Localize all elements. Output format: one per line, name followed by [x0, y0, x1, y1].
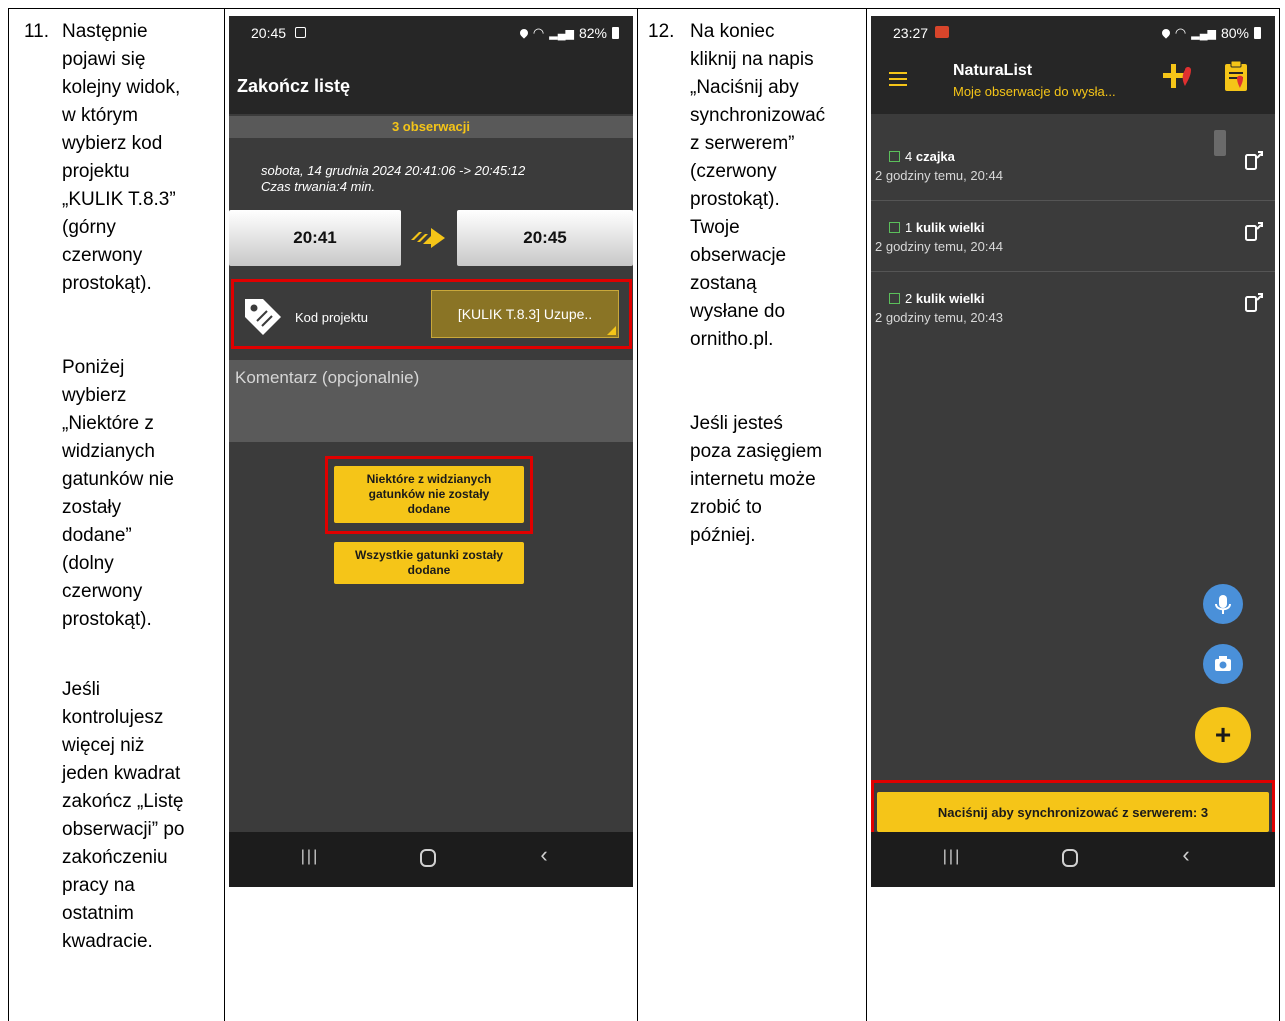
item-species: kulik wielki: [915, 291, 985, 306]
back-icon[interactable]: ‹: [1171, 842, 1201, 868]
status-bar: 23:27 ◠ ▂▄▆ 80%: [871, 16, 1275, 50]
step12-paragraph-1: Na koniec kliknij na napis „Naciśnij aby…: [690, 21, 826, 350]
android-nav-bar: ||| ‹: [871, 832, 1275, 887]
checkbox-icon: [889, 151, 900, 162]
observation-count-bar: 3 obserwacji: [229, 116, 633, 138]
recent-apps-icon[interactable]: |||: [937, 848, 967, 866]
menu-icon[interactable]: [889, 72, 907, 86]
phone-upload-icon: [1245, 221, 1263, 246]
step11-paragraph-3: Jeśli kontrolujesz więcej niż jeden kwad…: [62, 679, 185, 952]
clipboard-list-icon[interactable]: [1223, 60, 1249, 92]
list-item-title: 4 czajka: [889, 149, 955, 164]
start-time-button[interactable]: 20:41: [229, 210, 401, 266]
battery-icon: [1254, 27, 1261, 39]
phone-screen-sync: 23:27 ◠ ▂▄▆ 80% NaturaList Moje obserwac…: [871, 16, 1275, 887]
step12-paragraph-2: Jeśli jesteś poza zasięgiem internetu mo…: [690, 413, 823, 546]
status-time: 20:45: [251, 25, 287, 41]
start-time-label: 20:41: [293, 228, 337, 247]
microphone-icon: [1215, 595, 1231, 614]
app-title: NaturaList: [953, 62, 1033, 79]
list-item-time: 2 godziny temu, 20:43: [875, 310, 1003, 325]
list-item-time: 2 godziny temu, 20:44: [875, 239, 1003, 254]
list-item-title: 2 kulik wielki: [889, 291, 985, 306]
battery-percent: 82%: [578, 25, 607, 41]
highlight-some-species-button: [325, 456, 533, 534]
step11-paragraph-1: Następnie pojawi się kolejny widok, w kt…: [62, 21, 181, 294]
item-species: kulik wielki: [915, 220, 985, 235]
phone-screen-finish-list: 20:45 ◠ ▂▄▆ 82% Zakończ listę 3 obserwac…: [229, 16, 633, 887]
location-icon: [518, 27, 530, 39]
list-item[interactable]: 4 czajka 2 godziny temu, 20:44: [871, 130, 1275, 201]
home-icon[interactable]: [1055, 847, 1085, 873]
item-species: czajka: [915, 149, 955, 164]
arrow-right-icon: [409, 222, 449, 252]
step11-number: 11.: [24, 21, 50, 42]
back-icon[interactable]: ‹: [529, 842, 559, 868]
add-observation-icon[interactable]: [1163, 62, 1197, 92]
location-icon: [1160, 27, 1172, 39]
battery-icon: [612, 27, 619, 39]
wifi-icon: ◠: [1174, 25, 1187, 40]
microphone-fab[interactable]: [1203, 584, 1243, 624]
add-fab[interactable]: +: [1195, 707, 1251, 763]
wifi-icon: ◠: [532, 25, 545, 40]
all-species-added-button[interactable]: Wszystkie gatunki zostały dodane: [334, 542, 524, 584]
date-range: sobota, 14 grudnia 2024 20:41:06 -> 20:4…: [261, 163, 526, 178]
app-notification-icon: [935, 26, 949, 38]
highlight-project-code: [231, 279, 632, 349]
phone-upload-icon: [1245, 150, 1263, 175]
app-subtitle: Moje obserwacje do wysła...: [953, 84, 1116, 99]
list-item-title: 1 kulik wielki: [889, 220, 985, 235]
status-time: 23:27: [893, 25, 929, 41]
battery-percent: 80%: [1220, 25, 1249, 41]
comment-input[interactable]: Komentarz (opcjonalnie): [229, 360, 633, 442]
camera-fab[interactable]: [1203, 644, 1243, 684]
phone-upload-icon: [1245, 292, 1263, 317]
home-icon[interactable]: [413, 847, 443, 873]
recent-apps-icon[interactable]: |||: [295, 848, 325, 866]
signal-icon: ▂▄▆: [1191, 27, 1216, 40]
item-count: 1: [905, 220, 913, 235]
status-bar: 20:45 ◠ ▂▄▆ 82%: [229, 16, 633, 50]
list-item[interactable]: 1 kulik wielki 2 godziny temu, 20:44: [871, 201, 1275, 272]
image-notification-icon: [295, 27, 306, 38]
end-time-label: 20:45: [523, 228, 567, 247]
duration: Czas trwania:4 min.: [261, 179, 376, 194]
android-nav-bar: ||| ‹: [229, 832, 633, 887]
checkbox-icon: [889, 222, 900, 233]
list-item[interactable]: 2 kulik wielki 2 godziny temu, 20:43: [871, 272, 1275, 343]
step12-number: 12.: [648, 21, 675, 42]
checkbox-icon: [889, 293, 900, 304]
signal-icon: ▂▄▆: [549, 27, 574, 40]
item-count: 4: [905, 149, 913, 164]
step11-paragraph-2: Poniżej wybierz „Niektóre z widzianych g…: [62, 357, 174, 630]
comment-placeholder: Komentarz (opcjonalnie): [235, 368, 420, 387]
end-time-button[interactable]: 20:45: [457, 210, 633, 266]
item-count: 2: [905, 291, 913, 306]
camera-icon: [1215, 656, 1231, 671]
screen-title: Zakończ listę: [237, 76, 351, 96]
plus-icon: +: [1214, 719, 1232, 750]
list-item-time: 2 godziny temu, 20:44: [875, 168, 1003, 183]
